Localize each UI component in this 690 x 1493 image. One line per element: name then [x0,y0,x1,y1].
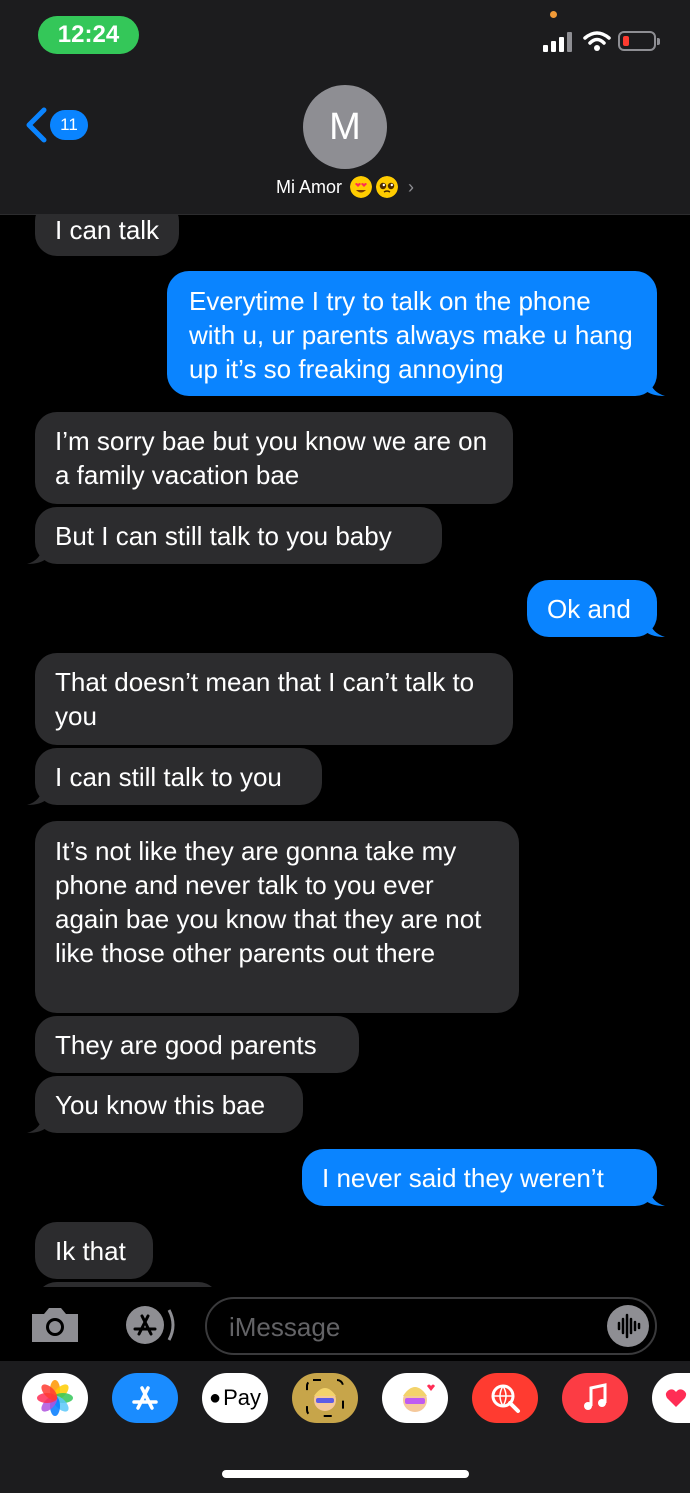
camera-icon[interactable] [28,1304,82,1344]
pleading-face-emoji-icon [376,176,398,198]
apple-pay-label: Pay [223,1385,261,1410]
message-text: I’m sorry bae but you know we are on a f… [55,426,488,490]
app-store-button[interactable] [112,1373,178,1423]
chevron-right-icon: › [408,176,414,197]
web-search-icon [491,1384,520,1413]
status-bar: 12:24 [0,0,690,70]
memoji-button[interactable] [292,1373,358,1423]
message-bubble-received[interactable]: I’m sorry bae but you know we are on a f… [35,412,513,504]
message-bubble-sent[interactable]: Ok and [527,580,665,637]
back-button[interactable]: 11 [24,106,88,144]
music-note-icon [584,1383,607,1410]
unread-count-badge: 11 [50,110,88,140]
memoji-stickers-icon [403,1384,435,1412]
message-text: I can talk [55,215,160,245]
memoji-stickers-button[interactable] [382,1373,448,1423]
message-bubble-received[interactable]: But I can still talk to you baby [27,507,442,564]
message-text: You know this bae [55,1090,266,1120]
message-text: Ik that [55,1236,126,1266]
message-bubble-received[interactable]: Ik that [35,1222,153,1279]
chevron-left-icon [26,107,47,143]
memoji-icon [306,1379,344,1417]
wifi-icon [583,31,611,51]
contact-avatar[interactable]: M [303,85,387,169]
cellular-signal-icon [543,32,572,52]
contact-name-button[interactable]: Mi Amor › [0,174,690,200]
status-time[interactable]: 12:24 [38,16,139,54]
apple-logo-icon: ● [208,1386,222,1409]
message-text: I can still talk to you [55,762,282,792]
message-bubble-sent[interactable]: Everytime I try to talk on the phone wit… [167,271,665,396]
audio-message-button[interactable] [607,1305,649,1347]
music-button[interactable] [562,1373,628,1423]
message-bubble-received[interactable]: You know this bae [27,1076,303,1133]
heart-stickers-icon [665,1389,687,1407]
message-bubble-received[interactable]: They are good parents [35,1016,359,1073]
message-input-placeholder: iMessage [229,1312,341,1342]
message-bubble-received[interactable]: That doesn’t mean that I can’t talk to y… [35,653,513,745]
app-drawer-icon[interactable] [117,1304,177,1346]
photos-app-button[interactable] [22,1373,88,1423]
app-store-icon [132,1386,158,1410]
photos-icon [37,1380,73,1416]
message-text: But I can still talk to you baby [55,521,392,551]
message-bubble-sent[interactable]: I never said they weren’t [302,1149,665,1206]
message-bubble-received[interactable]: It’s not like they are gonna take my pho… [35,821,519,1013]
apple-pay-button[interactable]: ● Pay [202,1373,268,1423]
message-text: I never said they weren’t [322,1163,604,1193]
message-text: That doesn’t mean that I can’t talk to y… [55,667,475,731]
home-indicator[interactable] [222,1470,469,1478]
message-text: Ok and [547,594,631,624]
message-text: It’s not like they are gonna take my pho… [55,836,482,968]
waveform-icon [617,1313,641,1339]
message-input[interactable]: iMessage [205,1297,657,1355]
message-text: They are good parents [55,1030,317,1060]
heart-eyes-emoji-icon [350,176,372,198]
contact-name: Mi Amor [275,176,342,197]
web-search-button[interactable] [472,1373,538,1423]
privacy-indicator-dot [550,11,557,18]
message-bubble-received[interactable]: I can still talk to you [27,748,322,805]
battery-icon [618,31,660,51]
message-text: Everytime I try to talk on the phone wit… [189,286,633,384]
